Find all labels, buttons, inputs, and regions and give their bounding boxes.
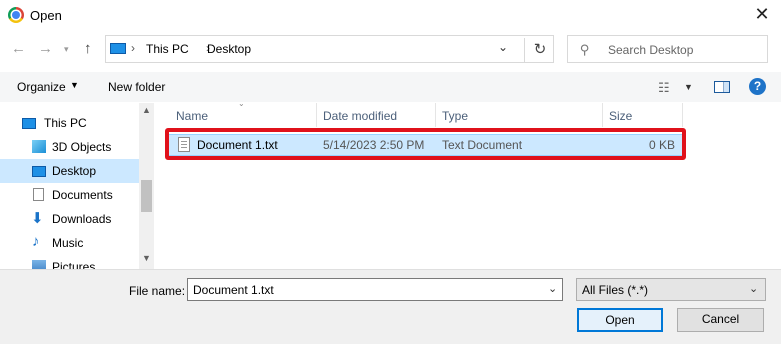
file-type-filter-value[interactable]: All Files (*.*) xyxy=(582,283,648,297)
refresh-icon[interactable]: ↻ xyxy=(524,38,555,62)
column-divider[interactable] xyxy=(682,103,683,127)
open-button[interactable]: Open xyxy=(577,308,663,332)
title-bar xyxy=(0,0,781,30)
chevron-down-icon[interactable]: ⌄ xyxy=(498,40,508,54)
music-icon: ♪ xyxy=(32,233,40,250)
close-icon[interactable]: ✕ xyxy=(752,4,772,25)
column-header-date-modified[interactable]: Date modified xyxy=(323,109,397,123)
search-icon: ⚲ xyxy=(580,42,590,57)
caret-down-icon[interactable]: ▼ xyxy=(684,82,693,92)
annotation-highlight-box xyxy=(165,128,686,160)
nav-item-3d-objects[interactable]: 3D Objects xyxy=(0,135,139,159)
file-name-label: File name: xyxy=(129,284,186,298)
forward-arrow-icon[interactable]: → xyxy=(38,40,53,57)
nav-item-label: Downloads xyxy=(52,212,112,226)
nav-item-documents[interactable]: Documents xyxy=(0,183,139,207)
documents-icon xyxy=(33,188,44,201)
column-header-size[interactable]: Size xyxy=(609,109,632,123)
address-bar[interactable]: › This PC › Desktop ⌄ xyxy=(105,35,554,63)
chevron-down-icon[interactable]: ⌄ xyxy=(749,282,758,295)
up-arrow-icon[interactable]: ↑ xyxy=(84,40,92,57)
nav-item-music[interactable]: ♪ Music xyxy=(0,231,139,255)
search-box[interactable]: ⚲ Search Desktop xyxy=(567,35,768,63)
nav-pane-scrollbar[interactable]: ▲ ▼ xyxy=(139,103,154,269)
nav-item-label: 3D Objects xyxy=(52,140,112,154)
column-divider[interactable] xyxy=(602,103,603,127)
search-placeholder[interactable]: Search Desktop xyxy=(608,43,693,57)
nav-item-label: This PC xyxy=(44,116,87,130)
view-details-icon[interactable]: ☷ xyxy=(658,80,670,96)
nav-item-downloads[interactable]: ⬇ Downloads xyxy=(0,207,139,231)
preview-pane-icon[interactable] xyxy=(714,81,730,93)
pc-icon xyxy=(110,43,126,54)
file-type-filter[interactable]: All Files (*.*) ⌄ xyxy=(576,278,766,301)
nav-item-label: Pictures xyxy=(52,260,96,269)
file-name-value[interactable]: Document 1.txt xyxy=(193,283,274,297)
nav-item-label: Desktop xyxy=(52,164,97,178)
column-header-name[interactable]: Name xyxy=(176,109,208,123)
scroll-up-icon[interactable]: ▲ xyxy=(142,105,151,115)
nav-item-label: Music xyxy=(52,236,84,250)
cancel-button[interactable]: Cancel xyxy=(677,308,764,332)
nav-item-this-pc[interactable]: This PC xyxy=(0,111,139,135)
cube-icon xyxy=(32,140,46,153)
download-icon: ⬇ xyxy=(31,210,44,227)
chrome-icon xyxy=(8,7,24,23)
nav-item-label: Documents xyxy=(52,188,113,202)
caret-down-icon[interactable]: ▼ xyxy=(70,80,79,90)
column-header-type[interactable]: Type xyxy=(442,109,468,123)
file-name-field[interactable]: Document 1.txt ⌄ xyxy=(187,278,563,301)
pictures-icon xyxy=(32,260,46,269)
chevron-down-icon[interactable]: ⌄ xyxy=(548,282,557,295)
nav-item-pictures[interactable]: Pictures xyxy=(0,255,139,269)
pc-icon xyxy=(22,118,36,129)
recent-locations-icon[interactable]: ▾ xyxy=(64,44,69,55)
breadcrumb-desktop[interactable]: Desktop xyxy=(207,42,251,56)
help-icon[interactable]: ? xyxy=(749,78,766,95)
breadcrumb-separator-icon[interactable]: › xyxy=(131,41,135,55)
breadcrumb-this-pc[interactable]: This PC xyxy=(146,42,189,56)
scroll-down-icon[interactable]: ▼ xyxy=(142,253,151,263)
desktop-icon xyxy=(32,166,46,177)
sort-caret-icon: ⌄ xyxy=(238,99,245,108)
navigation-pane: This PC 3D Objects Desktop Documents ⬇ D… xyxy=(0,103,154,269)
column-divider[interactable] xyxy=(316,103,317,127)
nav-item-desktop[interactable]: Desktop xyxy=(0,159,139,183)
back-arrow-icon[interactable]: ← xyxy=(11,40,26,57)
scrollbar-thumb[interactable] xyxy=(141,180,152,212)
organize-button[interactable]: Organize xyxy=(17,80,66,94)
new-folder-button[interactable]: New folder xyxy=(108,80,165,94)
window-title: Open xyxy=(30,8,62,23)
column-divider[interactable] xyxy=(435,103,436,127)
